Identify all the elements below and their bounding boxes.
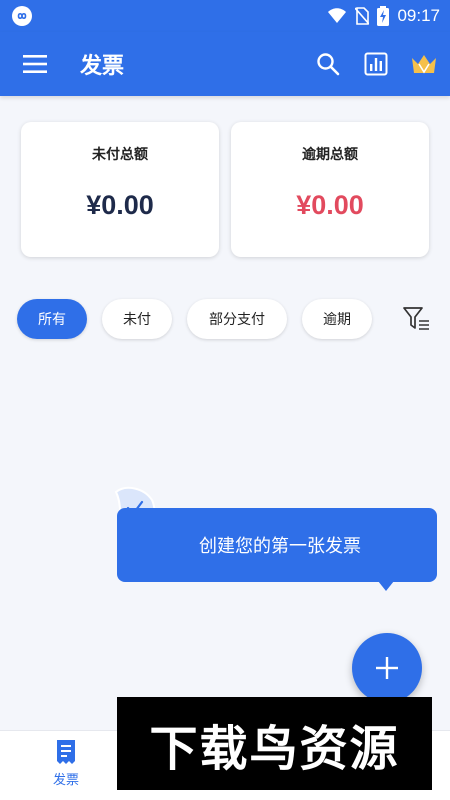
filter-chip-partially-paid[interactable]: 部分支付 <box>187 299 287 339</box>
status-time: 09:17 <box>397 6 440 25</box>
invoice-doc-icon <box>57 740 75 764</box>
watermark: 下载鸟资源 <box>117 697 432 790</box>
no-sim-icon <box>355 7 370 25</box>
app-bar: 发票 <box>0 32 450 96</box>
status-bar: 09:17 <box>0 0 450 32</box>
report-chart-icon[interactable] <box>362 50 390 78</box>
search-icon[interactable] <box>314 50 342 78</box>
nav-item-invoices[interactable]: 发票 <box>40 739 92 795</box>
filter-chip-all[interactable]: 所有 <box>17 299 87 339</box>
crown-icon[interactable] <box>410 50 438 78</box>
overdue-total-title: 逾期总额 <box>302 147 358 163</box>
overdue-total-amount: ¥0.00 <box>296 190 364 220</box>
unpaid-total-title: 未付总额 <box>92 147 148 163</box>
filter-icon[interactable] <box>402 304 432 334</box>
menu-icon[interactable] <box>22 51 48 77</box>
filter-chips: 所有 未付 部分支付 逾期 <box>17 299 437 339</box>
unpaid-total-amount: ¥0.00 <box>86 190 154 220</box>
filter-chip-overdue[interactable]: 逾期 <box>302 299 372 339</box>
page-title: 发票 <box>80 54 125 79</box>
battery-charging-icon <box>377 6 390 26</box>
nav-item-invoices-label: 发票 <box>52 773 79 788</box>
tooltip-arrow <box>378 581 394 591</box>
wifi-icon <box>328 8 347 23</box>
create-invoice-tooltip[interactable]: 创建您的第一张发票 <box>117 508 437 582</box>
summary-cards: 未付总额 ¥0.00 逾期总额 ¥0.00 <box>21 122 429 257</box>
plus-icon <box>376 657 398 679</box>
filter-chip-unpaid[interactable]: 未付 <box>102 299 172 339</box>
add-invoice-button[interactable] <box>352 633 422 703</box>
overdue-total-card[interactable]: 逾期总额 ¥0.00 <box>231 122 429 257</box>
unpaid-total-card[interactable]: 未付总额 ¥0.00 <box>21 122 219 257</box>
tooltip-text: 创建您的第一张发票 <box>199 536 361 557</box>
app-logo-icon <box>12 6 32 26</box>
